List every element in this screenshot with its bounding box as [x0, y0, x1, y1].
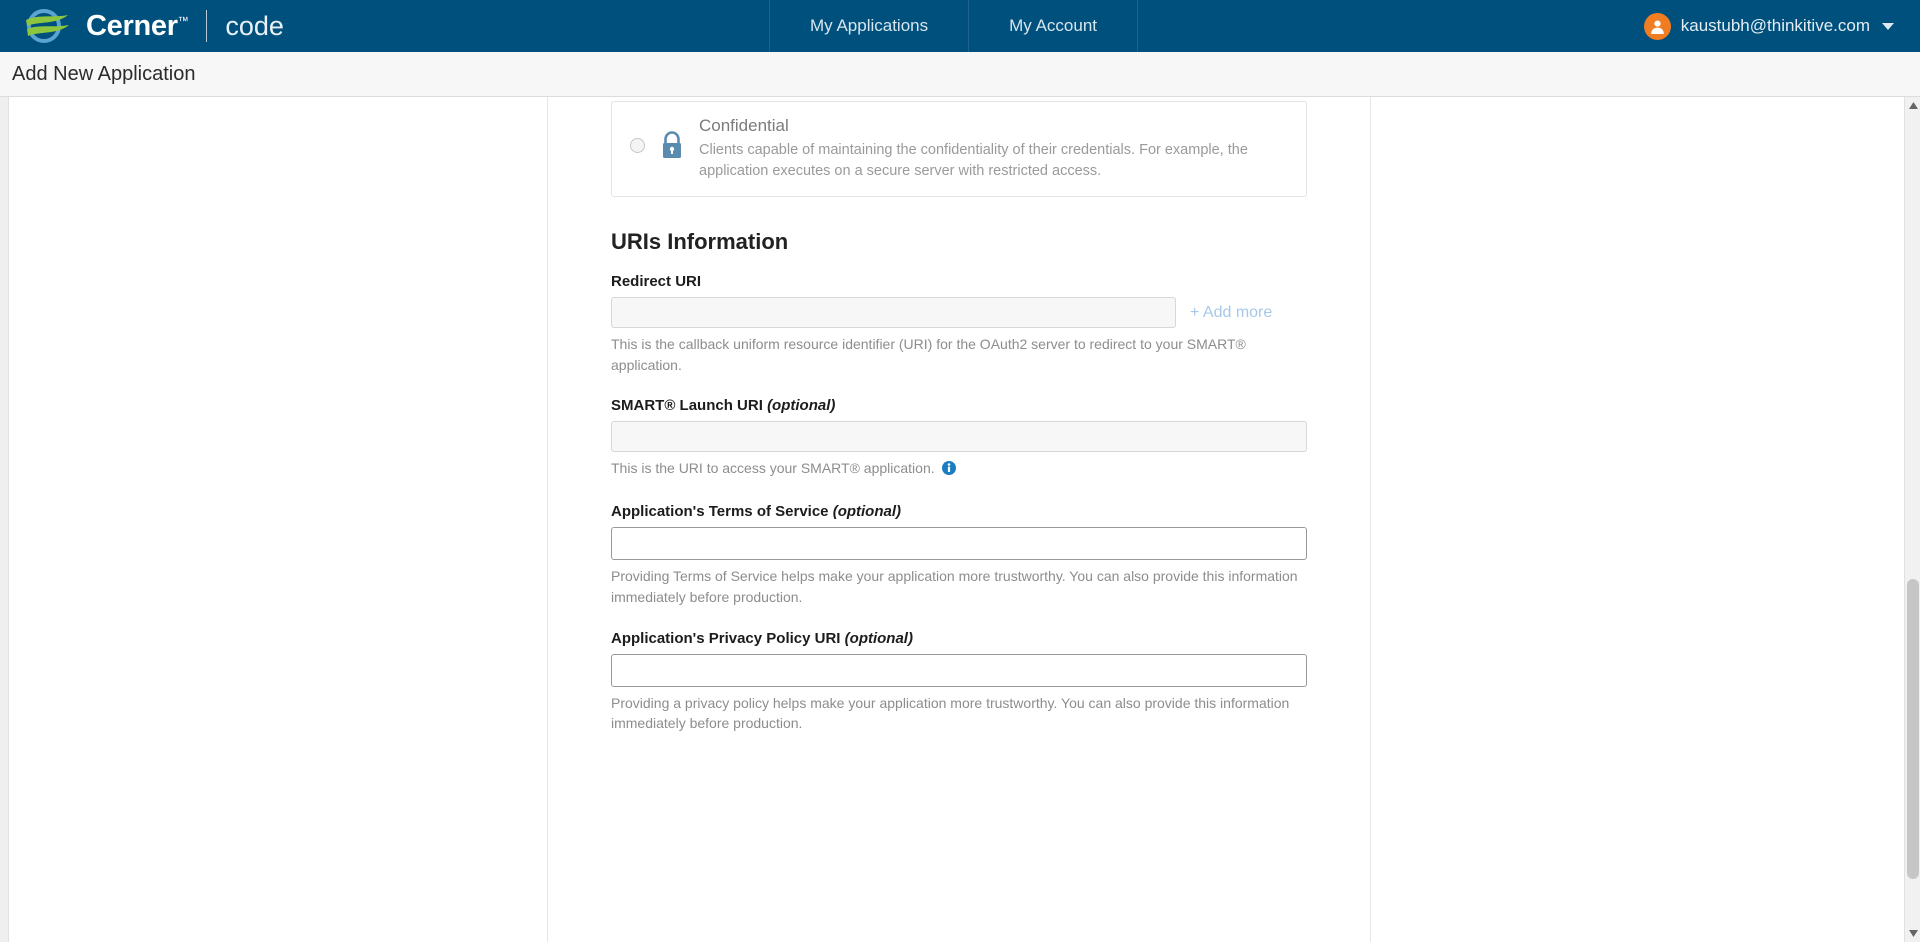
privacy-policy-helper: Providing a privacy policy helps make yo… — [611, 694, 1290, 732]
redirect-uri-label: Redirect URI — [611, 273, 702, 291]
user-avatar-icon — [1643, 12, 1671, 40]
brand-subtitle: code — [225, 10, 284, 41]
smart-launch-uri-helper-text: This is the URI to access your SMART® ap… — [611, 460, 935, 477]
redirect-uri-helper: This is the callback uniform resource id… — [611, 336, 1246, 373]
client-type-card-confidential[interactable]: Confidential Clients capable of maintain… — [611, 101, 1307, 198]
smart-launch-uri-optional: (optional) — [767, 397, 836, 415]
scrollbar-thumb[interactable] — [1907, 579, 1919, 879]
terms-of-service-label: Application's Terms of Service (optional… — [611, 503, 1307, 520]
terms-of-service-helper: Providing Terms of Service helps make yo… — [611, 568, 1298, 605]
radio-confidential[interactable] — [630, 138, 645, 153]
form-panel: example, a web based application execute… — [547, 97, 1371, 942]
scroll-down-arrow-icon[interactable] — [1905, 925, 1920, 942]
user-account-menu[interactable]: kaustubh@thinkitive.com — [1643, 0, 1920, 52]
privacy-policy-label: Application's Privacy Policy URI (option… — [611, 630, 1307, 647]
scroll-up-arrow-icon[interactable] — [1905, 97, 1920, 114]
smart-launch-uri-label: SMART® Launch URI (optional) — [611, 397, 1307, 414]
page-subheader: Add New Application — [0, 52, 1920, 97]
smart-launch-uri-helper: This is the URI to access your SMART® ap… — [611, 458, 1306, 481]
brand-logo-area[interactable]: Cerner™ code — [0, 0, 770, 52]
nav-my-account[interactable]: My Account — [968, 0, 1138, 52]
brand-divider — [206, 10, 208, 42]
redirect-uri-row: + Add more — [611, 297, 1307, 329]
brand-name: Cerner™ — [86, 9, 189, 42]
left-gutter — [0, 97, 9, 942]
confidential-card-description: Clients capable of maintaining the confi… — [699, 142, 1248, 180]
lock-icon — [659, 130, 685, 165]
cerner-logo-icon — [24, 9, 72, 43]
brand-trademark: ™ — [177, 14, 189, 27]
privacy-policy-optional: (optional) — [844, 629, 913, 647]
info-icon[interactable] — [941, 460, 956, 481]
nav-my-applications[interactable]: My Applications — [769, 0, 970, 52]
page-body: example, a web based application execute… — [0, 97, 1920, 942]
top-navigation-bar: Cerner™ code My Applications My Account … — [0, 0, 1920, 52]
user-email: kaustubh@thinkitive.com — [1680, 16, 1870, 35]
add-more-redirect-uri-link[interactable]: + Add more — [1190, 304, 1272, 322]
chevron-down-icon — [1882, 22, 1894, 30]
privacy-policy-input[interactable] — [611, 653, 1307, 687]
smart-launch-uri-label-text: SMART® Launch URI — [611, 397, 763, 415]
page-title: Add New Application — [12, 62, 196, 85]
confidential-card-text: Confidential Clients capable of maintain… — [699, 116, 1288, 182]
confidential-card-title: Confidential — [699, 116, 789, 135]
terms-of-service-input[interactable] — [611, 527, 1307, 561]
vertical-scrollbar[interactable] — [1904, 97, 1920, 942]
redirect-uri-input[interactable] — [611, 297, 1176, 329]
smart-launch-uri-input[interactable] — [611, 421, 1307, 453]
privacy-policy-label-text: Application's Privacy Policy URI — [611, 629, 841, 647]
terms-of-service-optional: (optional) — [832, 503, 902, 521]
uris-information-heading: URIs Information — [611, 229, 789, 255]
terms-of-service-label-text: Application's Terms of Service — [611, 503, 829, 521]
